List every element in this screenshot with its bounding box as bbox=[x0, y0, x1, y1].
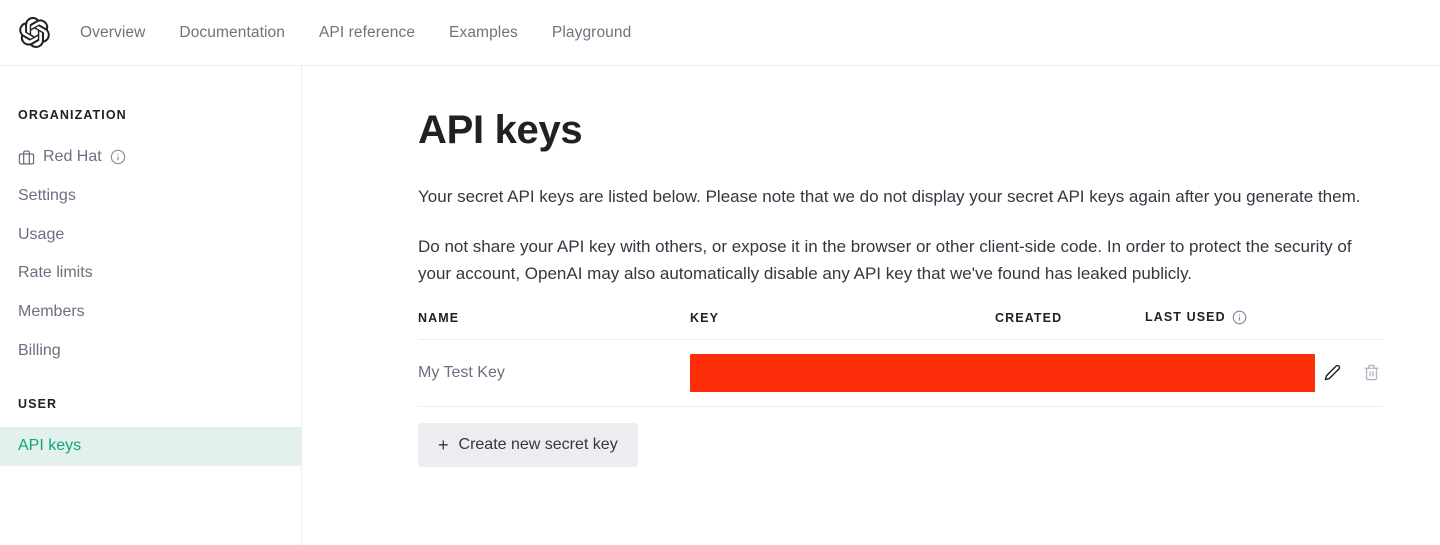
openai-logo-icon[interactable] bbox=[18, 17, 50, 49]
create-new-secret-key-button[interactable]: + Create new secret key bbox=[418, 422, 638, 467]
primary-nav-links: Overview Documentation API reference Exa… bbox=[80, 24, 631, 42]
column-header-key: KEY bbox=[690, 309, 995, 340]
briefcase-icon bbox=[18, 149, 35, 166]
api-keys-table-body: My Test Key bbox=[418, 339, 1383, 407]
sidebar-item-api-keys[interactable]: API keys bbox=[0, 426, 301, 466]
api-keys-table: NAME KEY CREATED LAST USED My Test Key bbox=[418, 309, 1383, 407]
column-header-actions bbox=[1315, 309, 1383, 340]
sidebar: ORGANIZATION Red Hat Settings Usage Rate… bbox=[0, 66, 302, 545]
sidebar-item-label: API keys bbox=[18, 436, 82, 454]
sidebar-item-label: Billing bbox=[18, 341, 61, 359]
page-shell: ORGANIZATION Red Hat Settings Usage Rate… bbox=[0, 66, 1440, 545]
nav-link-documentation[interactable]: Documentation bbox=[179, 24, 285, 42]
column-header-name: NAME bbox=[418, 309, 690, 340]
page-title: API keys bbox=[418, 108, 583, 152]
sidebar-item-label: Members bbox=[18, 303, 85, 321]
intro-paragraph-2: Do not share your API key with others, o… bbox=[418, 236, 1352, 284]
cell-key-value bbox=[690, 339, 1315, 407]
sidebar-item-billing[interactable]: Billing bbox=[0, 332, 301, 371]
nav-link-examples[interactable]: Examples bbox=[449, 24, 518, 42]
sidebar-item-settings[interactable]: Settings bbox=[0, 177, 301, 216]
pencil-icon[interactable] bbox=[1321, 361, 1345, 385]
sidebar-item-label: Settings bbox=[18, 186, 76, 204]
nav-link-playground[interactable]: Playground bbox=[552, 24, 631, 42]
column-header-created: CREATED bbox=[995, 309, 1145, 340]
nav-link-overview[interactable]: Overview bbox=[80, 24, 145, 42]
trash-icon[interactable] bbox=[1359, 361, 1383, 385]
api-keys-table-head: NAME KEY CREATED LAST USED bbox=[418, 309, 1383, 340]
cell-key-name: My Test Key bbox=[418, 339, 690, 407]
nav-link-api-reference[interactable]: API reference bbox=[319, 24, 415, 42]
table-row: My Test Key bbox=[418, 339, 1383, 407]
sidebar-organization-name: Red Hat bbox=[43, 148, 102, 165]
sidebar-section-organization-label: ORGANIZATION bbox=[18, 108, 127, 122]
info-circle-icon[interactable] bbox=[1232, 310, 1247, 325]
create-new-secret-key-label: Create new secret key bbox=[458, 435, 618, 453]
sidebar-item-label: Rate limits bbox=[18, 264, 93, 282]
plus-icon: + bbox=[438, 434, 449, 455]
sidebar-section-user-label: USER bbox=[18, 396, 58, 411]
redacted-key-block bbox=[690, 353, 1315, 392]
column-header-last-used-label: LAST USED bbox=[1145, 310, 1226, 325]
sidebar-item-label: Usage bbox=[18, 225, 65, 243]
info-circle-icon[interactable] bbox=[110, 149, 126, 165]
main-content: API keys Your secret API keys are listed… bbox=[302, 66, 1440, 545]
table-header-row: NAME KEY CREATED LAST USED bbox=[418, 309, 1383, 340]
sidebar-item-members[interactable]: Members bbox=[0, 293, 301, 332]
column-header-last-used: LAST USED bbox=[1145, 309, 1315, 340]
sidebar-item-rate-limits[interactable]: Rate limits bbox=[0, 254, 301, 293]
top-navigation-bar: Overview Documentation API reference Exa… bbox=[0, 0, 1440, 66]
cell-row-actions bbox=[1315, 339, 1383, 407]
sidebar-item-organization-red-hat[interactable]: Red Hat bbox=[0, 138, 301, 177]
sidebar-item-usage[interactable]: Usage bbox=[0, 216, 301, 255]
intro-paragraph-1: Your secret API keys are listed below. P… bbox=[418, 187, 1361, 206]
